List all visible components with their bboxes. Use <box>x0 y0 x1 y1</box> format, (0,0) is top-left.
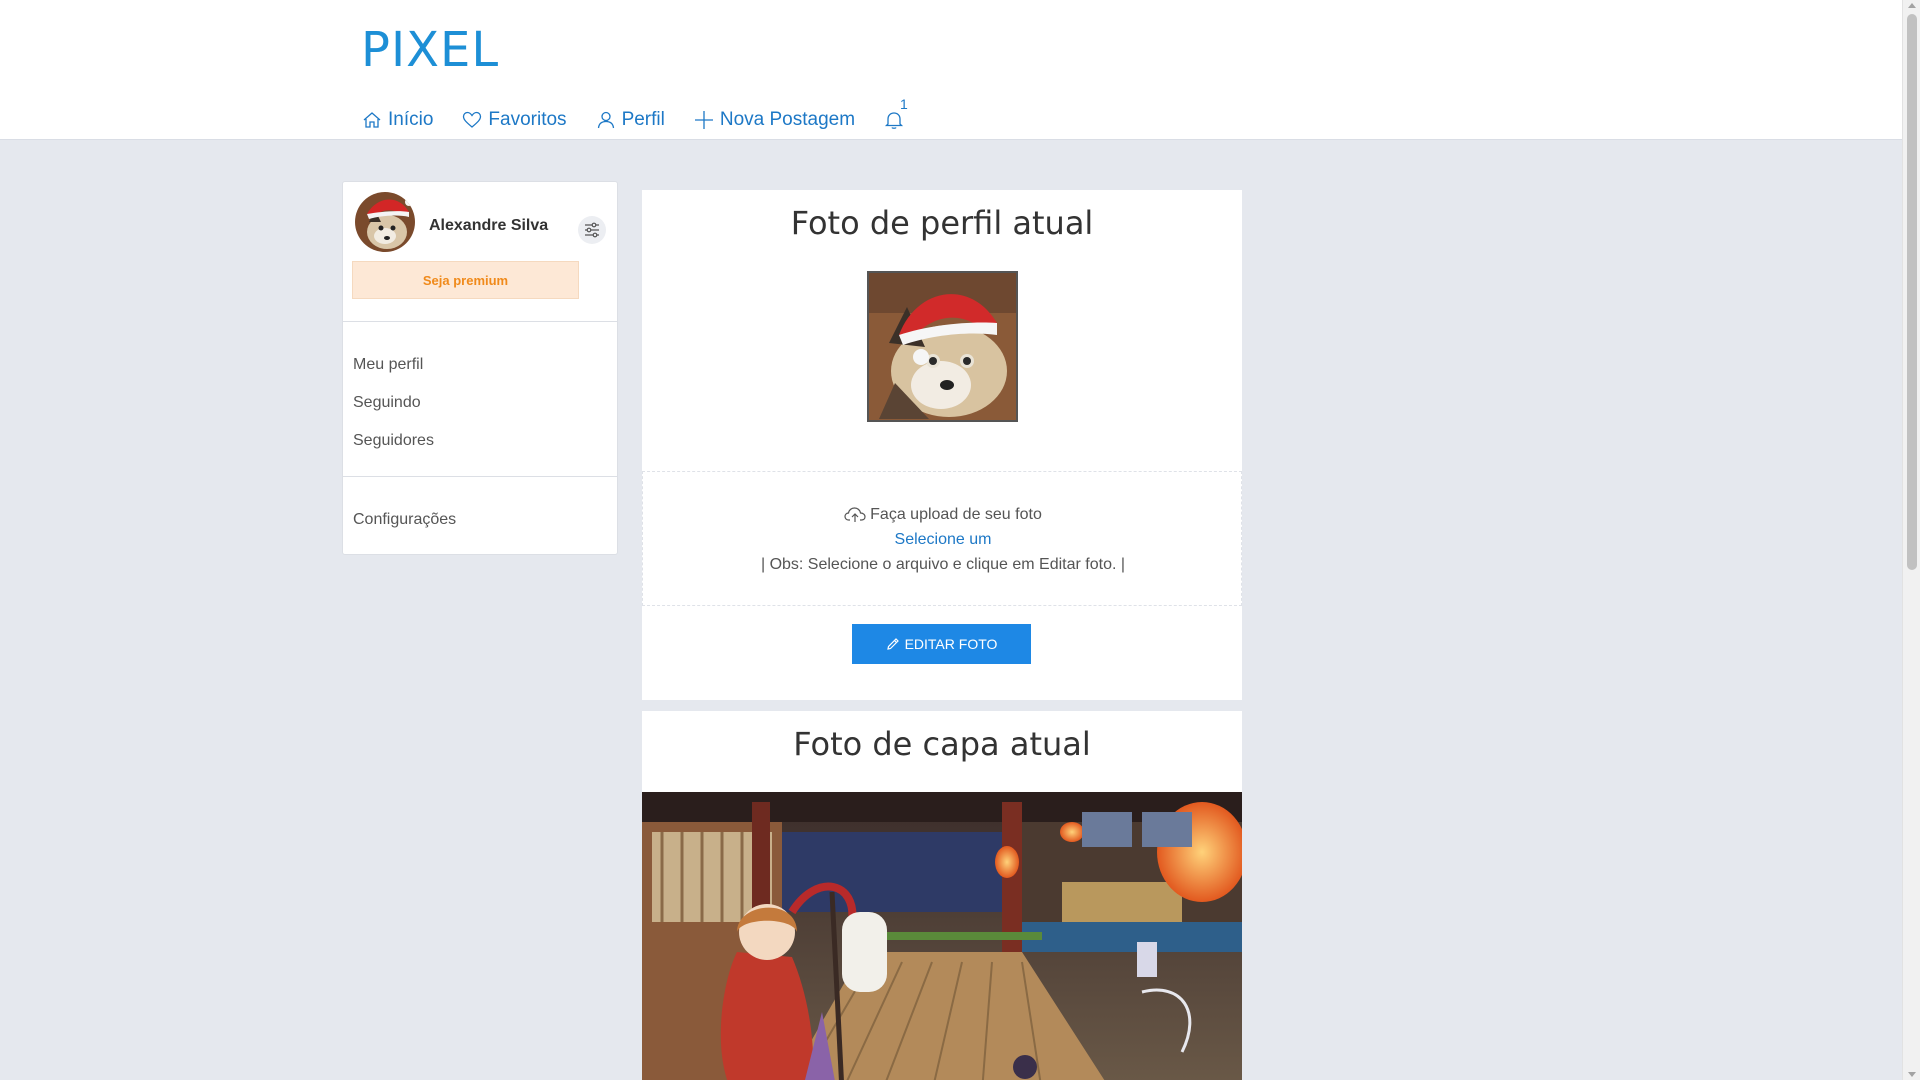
sidebar-item-meu-perfil[interactable]: Meu perfil <box>353 356 423 374</box>
nav-item-perfil[interactable]: Perfil <box>596 106 665 134</box>
notifications-button[interactable]: 1 <box>884 96 908 134</box>
nav-label: Início <box>388 109 434 130</box>
scroll-down-arrow[interactable] <box>1908 1072 1916 1077</box>
profile-options-button[interactable] <box>578 216 606 244</box>
nav-label: Favoritos <box>488 109 567 130</box>
premium-button[interactable]: Seja premium <box>352 261 579 299</box>
sidebar-item-seguidores[interactable]: Seguidores <box>353 432 434 450</box>
nav-item-inicio[interactable]: Início <box>362 106 433 134</box>
cloud-upload-icon <box>844 507 866 522</box>
nav-label: Perfil <box>621 109 665 130</box>
nav-item-favoritos[interactable]: Favoritos <box>462 106 567 134</box>
upload-note: | Obs: Selecione o arquivo e clique em E… <box>760 556 1126 573</box>
current-cover-photo <box>642 792 1242 1080</box>
avatar[interactable] <box>355 192 415 252</box>
upload-text: Faça upload de seu foto <box>870 506 1042 523</box>
plus-icon <box>694 111 713 129</box>
notification-count: 1 <box>900 96 908 112</box>
upload-instruction: Faça upload de seu foto <box>643 506 1243 524</box>
brand-logo[interactable]: PIXEL <box>361 22 499 78</box>
top-header: PIXEL Início Favoritos Perfil Nova Posta… <box>0 0 1902 140</box>
current-profile-photo <box>867 271 1018 422</box>
profile-photo-panel: Foto de perfil atual Faça upload de seu … <box>642 190 1242 700</box>
pencil-icon <box>886 638 899 650</box>
main-nav: Início Favoritos Perfil Nova Postagem 1 <box>362 96 908 134</box>
upload-dropzone[interactable]: Faça upload de seu foto Selecione um | O… <box>642 471 1242 606</box>
scroll-up-arrow[interactable] <box>1908 3 1916 8</box>
nav-label: Nova Postagem <box>719 109 856 130</box>
user-name[interactable]: Alexandre Silva <box>429 217 548 235</box>
cover-photo-panel: Foto de capa atual <box>642 711 1242 1080</box>
nav-item-nova-postagem[interactable]: Nova Postagem <box>694 106 855 134</box>
home-icon <box>363 112 381 128</box>
sidebar-item-seguindo[interactable]: Seguindo <box>353 394 421 412</box>
bell-icon <box>884 112 904 129</box>
vertical-scrollbar[interactable] <box>1902 0 1920 1080</box>
heart-icon <box>463 111 482 128</box>
sidebar-item-configuracoes[interactable]: Configurações <box>353 511 456 529</box>
scroll-thumb[interactable] <box>1907 14 1917 570</box>
panel-title: Foto de capa atual <box>793 725 1091 763</box>
select-file-link[interactable]: Selecione um <box>643 531 1243 549</box>
divider <box>343 476 617 477</box>
panel-title: Foto de perfil atual <box>790 204 1094 242</box>
divider <box>343 321 617 322</box>
user-icon <box>597 111 614 129</box>
profile-sidebar: Alexandre Silva Seja premium Meu perfil … <box>342 181 618 555</box>
edit-photo-label: EDITAR FOTO <box>904 636 998 652</box>
sliders-icon <box>585 222 599 238</box>
edit-photo-button[interactable]: EDITAR FOTO <box>852 624 1031 664</box>
